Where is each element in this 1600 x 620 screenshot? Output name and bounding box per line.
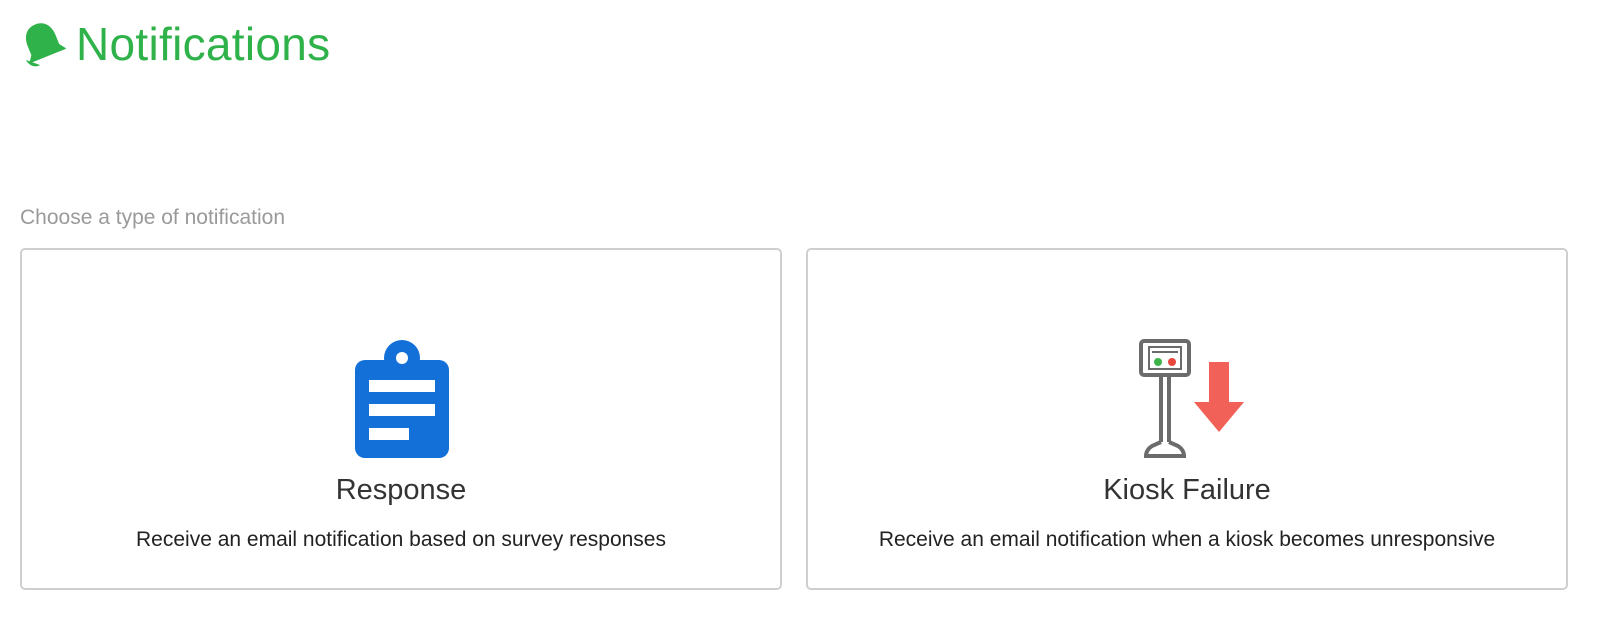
clipboard-icon (355, 340, 449, 458)
section-label: Choose a type of notification (20, 206, 286, 229)
kiosk-failure-card[interactable]: Kiosk Failure Receive an email notificat… (806, 248, 1568, 590)
page-header: Notifications (20, 14, 330, 74)
card-title: Kiosk Failure (1103, 474, 1271, 506)
card-description: Receive an email notification based on s… (136, 528, 666, 551)
bell-icon (25, 23, 66, 67)
card-title: Response (335, 474, 467, 506)
page-title: Notifications (76, 18, 331, 70)
card-description: Receive an email notification when a kio… (878, 528, 1496, 551)
kiosk-down-icon (1139, 339, 1244, 458)
response-card[interactable]: Response Receive an email notification b… (20, 248, 782, 590)
